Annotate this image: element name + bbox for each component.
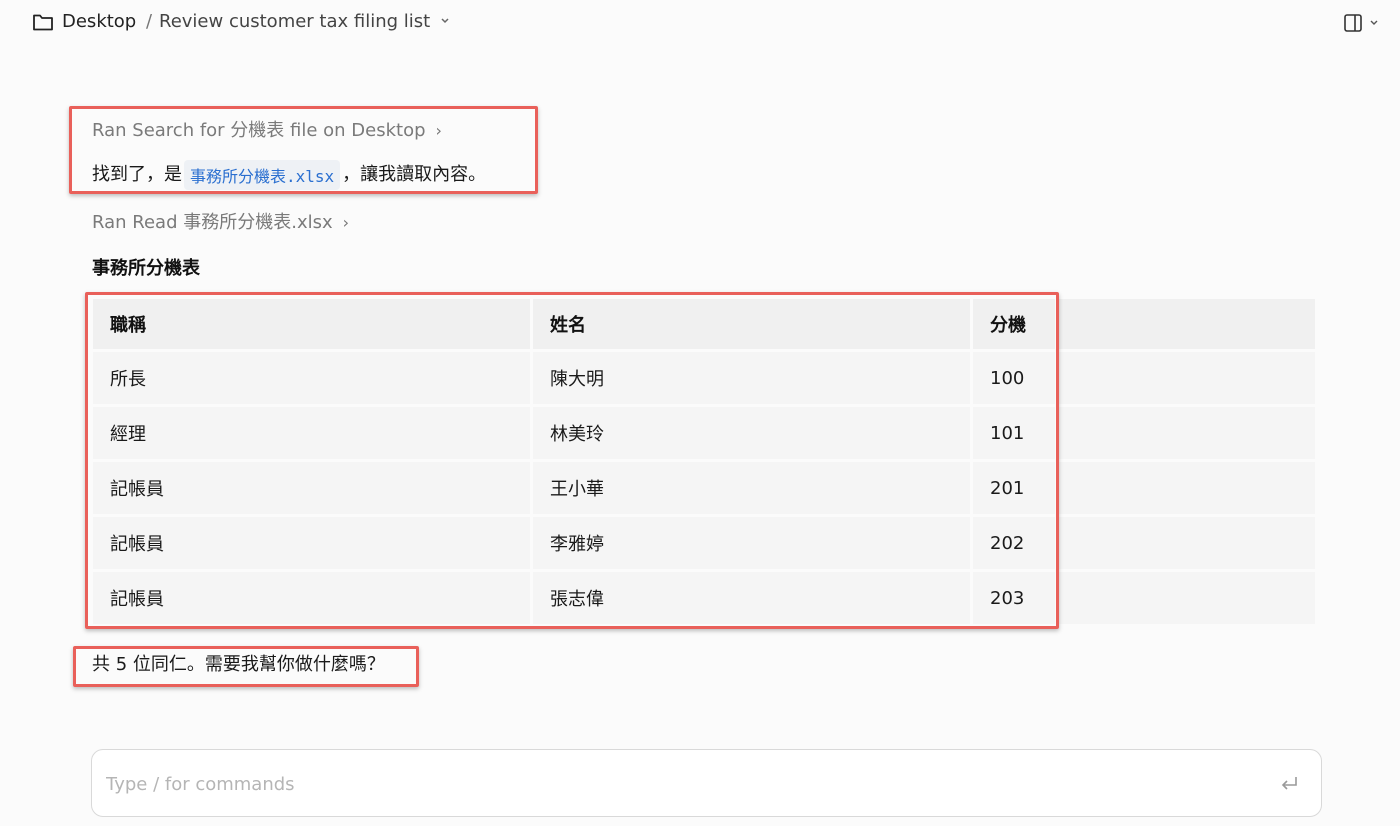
table-row: 經理 林美玲 101 bbox=[93, 407, 1318, 462]
assistant-message: 找到了，是 事務所分機表.xlsx ，讓我讀取內容。 bbox=[92, 160, 486, 190]
top-bar: Desktop / Review customer tax filing lis… bbox=[0, 0, 1400, 44]
table-cell: 記帳員 bbox=[93, 572, 533, 627]
table-cell: 100 bbox=[973, 352, 1058, 407]
chevron-right-icon: › bbox=[342, 213, 350, 232]
folder-icon bbox=[33, 14, 53, 31]
table-row: 所長 陳大明 100 bbox=[93, 352, 1318, 407]
enter-icon[interactable] bbox=[1277, 774, 1301, 794]
message-suffix: ，讓我讀取內容。 bbox=[342, 164, 487, 185]
table-cell: 李雅婷 bbox=[533, 517, 973, 572]
table-cell: 張志偉 bbox=[533, 572, 973, 627]
table-cell: 林美玲 bbox=[533, 407, 973, 462]
message-prefix: 找到了，是 bbox=[92, 164, 182, 185]
step-read-label: Ran Read 事務所分機表.xlsx bbox=[92, 212, 333, 233]
table-cell: 201 bbox=[973, 462, 1058, 517]
table-filler bbox=[1058, 572, 1318, 627]
table-cell: 記帳員 bbox=[93, 517, 533, 572]
breadcrumb-separator: / bbox=[146, 11, 153, 32]
composer bbox=[91, 749, 1322, 817]
step-search[interactable]: Ran Search for 分機表 file on Desktop › bbox=[92, 116, 442, 142]
sidebar-toggle-icon[interactable] bbox=[1342, 11, 1382, 35]
table-row: 記帳員 王小華 201 bbox=[93, 462, 1318, 517]
file-name-code: 事務所分機表.xlsx bbox=[184, 160, 341, 190]
table-cell: 記帳員 bbox=[93, 462, 533, 517]
header-cell: 職稱 bbox=[93, 299, 533, 352]
extension-table: 職稱 姓名 分機 所長 陳大明 100 經理 林美玲 101 記帳員 王小華 2… bbox=[93, 299, 1318, 627]
table-cell: 陳大明 bbox=[533, 352, 973, 407]
table-cell: 101 bbox=[973, 407, 1058, 462]
table-header-row: 職稱 姓名 分機 bbox=[93, 299, 1318, 352]
table-filler bbox=[1058, 462, 1318, 517]
table-cell: 202 bbox=[973, 517, 1058, 572]
table-cell: 經理 bbox=[93, 407, 533, 462]
table-filler bbox=[1058, 517, 1318, 572]
table-row: 記帳員 李雅婷 202 bbox=[93, 517, 1318, 572]
chevron-down-icon[interactable] bbox=[439, 13, 451, 29]
step-search-label: Ran Search for 分機表 file on Desktop bbox=[92, 120, 426, 141]
table-cell: 所長 bbox=[93, 352, 533, 407]
breadcrumb-root[interactable]: Desktop bbox=[62, 11, 136, 32]
table-row: 記帳員 張志偉 203 bbox=[93, 572, 1318, 627]
table-cell: 王小華 bbox=[533, 462, 973, 517]
header-filler bbox=[1058, 299, 1318, 352]
chevron-right-icon: › bbox=[435, 121, 442, 140]
table-title: 事務所分機表 bbox=[92, 258, 200, 279]
table-filler bbox=[1058, 407, 1318, 462]
header-cell: 姓名 bbox=[533, 299, 973, 352]
table-cell: 203 bbox=[973, 572, 1058, 627]
breadcrumb-title[interactable]: Review customer tax filing list bbox=[159, 11, 430, 32]
header-cell: 分機 bbox=[973, 299, 1058, 352]
summary-text: 共 5 位同仁。需要我幫你做什麼嗎？ bbox=[92, 654, 385, 675]
table-filler bbox=[1058, 352, 1318, 407]
step-read[interactable]: Ran Read 事務所分機表.xlsx › bbox=[92, 208, 349, 234]
command-input[interactable] bbox=[106, 768, 1246, 800]
